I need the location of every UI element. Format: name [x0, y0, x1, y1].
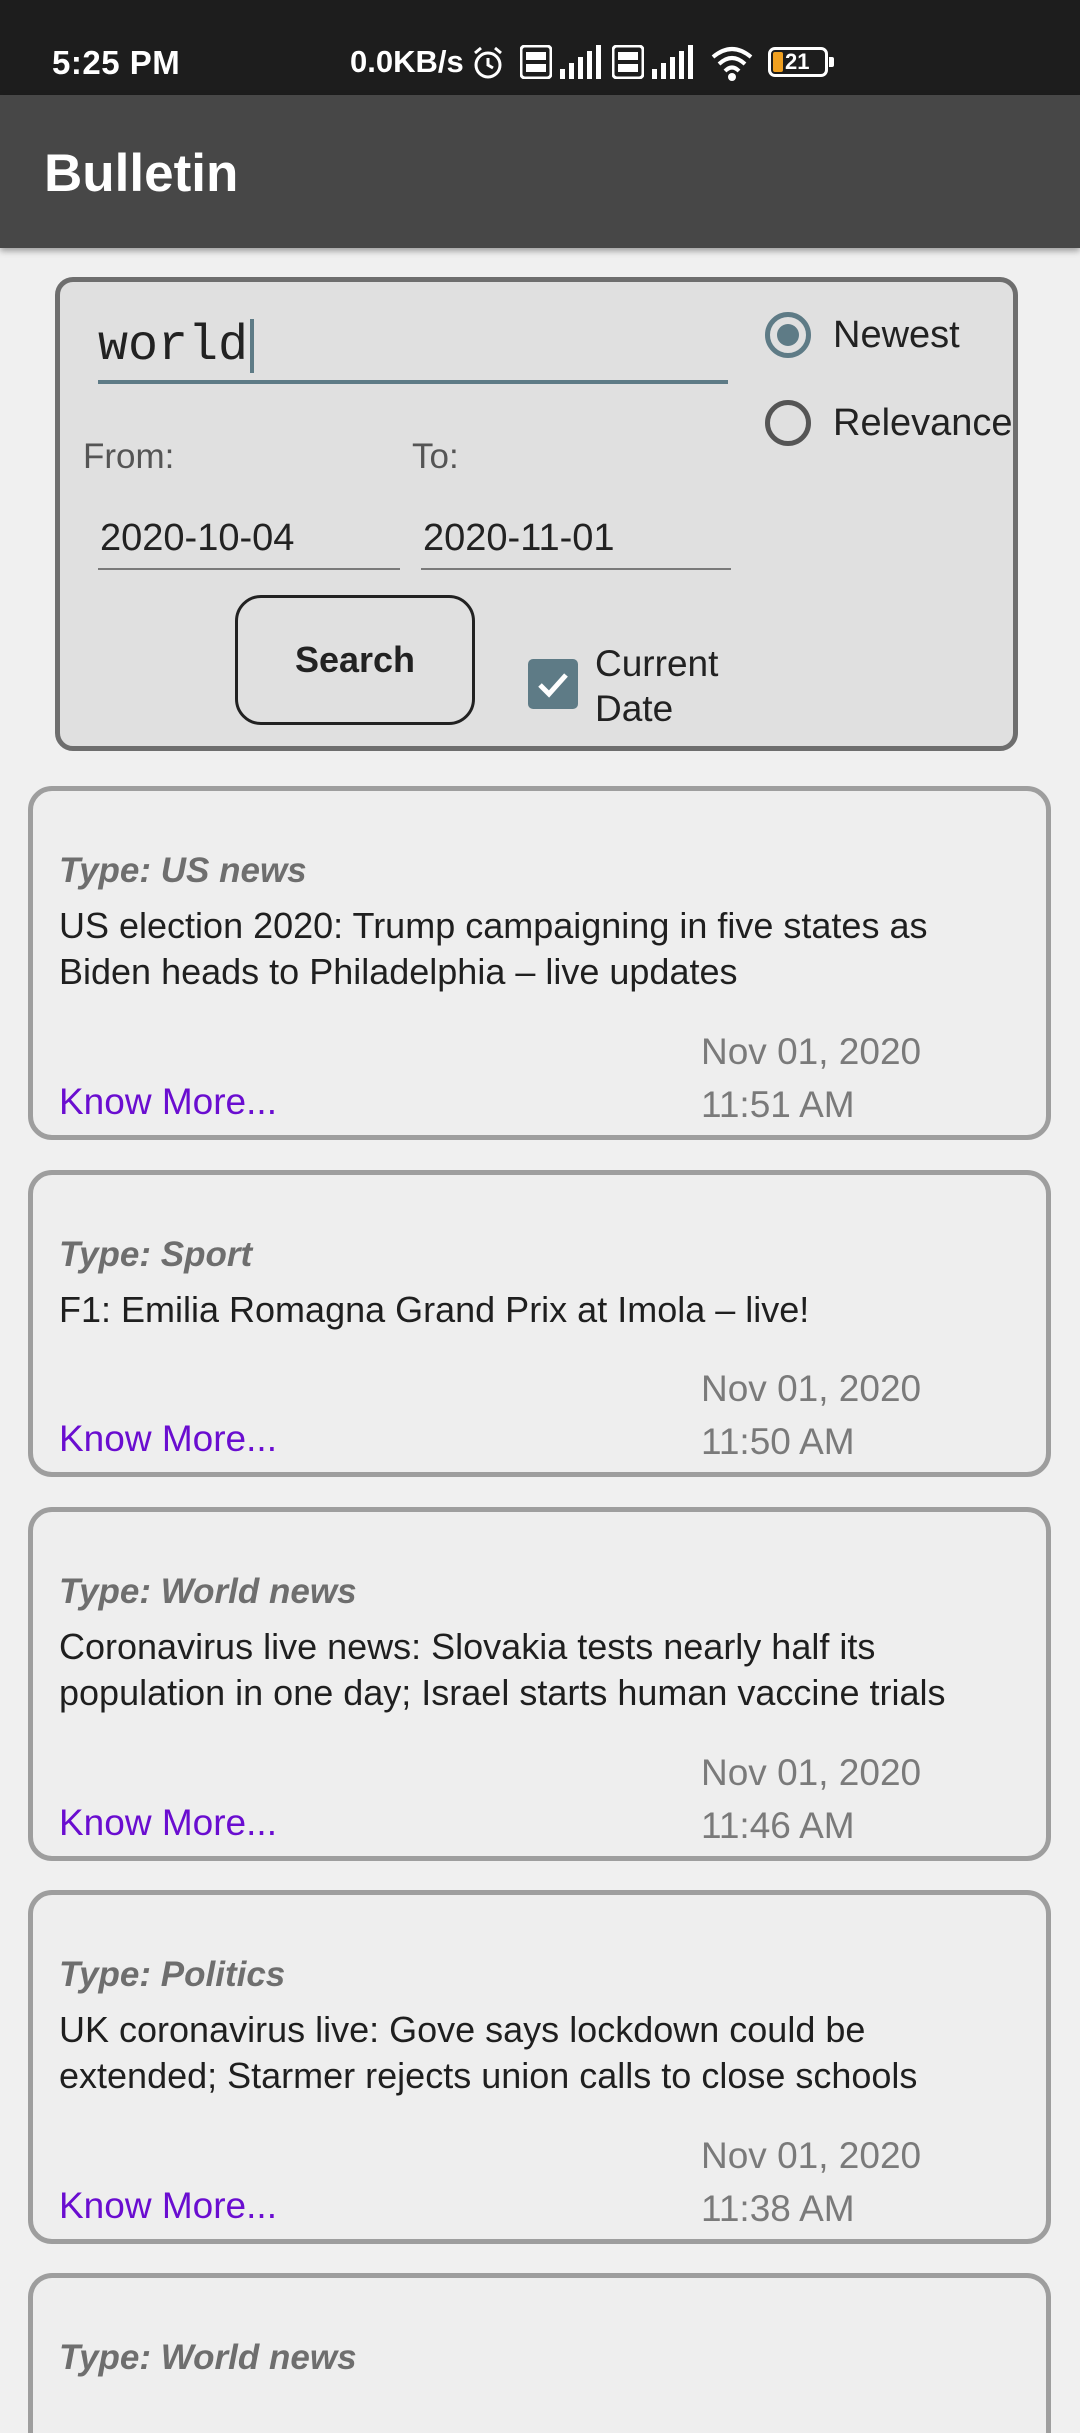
sort-newest-radio[interactable]: Newest: [765, 312, 960, 358]
radio-checked-icon: [765, 312, 811, 358]
search-panel: world Newest Relevance From: To: 2020-10…: [55, 277, 1018, 751]
news-card: Type: Politics UK coronavirus live: Gove…: [28, 1890, 1051, 2244]
wifi-icon: [711, 47, 753, 81]
to-date-field[interactable]: 2020-11-01: [421, 510, 731, 570]
search-query-input[interactable]: world: [98, 312, 728, 384]
from-date-field[interactable]: 2020-10-04: [98, 510, 400, 570]
signal-icon: [560, 45, 601, 79]
article-title: US election 2020: Trump campaigning in f…: [59, 905, 928, 992]
article-date: Nov 01, 2020: [701, 1368, 922, 1409]
volte-icon: [520, 45, 552, 79]
article-type: Type: World news: [59, 1572, 357, 1611]
app-title: Bulletin: [44, 144, 239, 203]
battery-level: 21: [785, 49, 810, 74]
status-bar: 5:25 PM 0.0KB/s 21: [0, 0, 1080, 95]
article-datetime: Nov 01, 2020 11:46 AM: [701, 1746, 921, 1852]
article-datetime: Nov 01, 2020 11:51 AM: [701, 1025, 921, 1131]
news-card: Type: US news US election 2020: Trump ca…: [28, 786, 1051, 1140]
news-card: Type: World news Coronavirus live news: …: [28, 1507, 1051, 1861]
article-time: 11:51 AM: [701, 1084, 855, 1125]
article-type: Type: Politics: [59, 1955, 286, 1994]
to-label: To:: [412, 437, 459, 476]
status-time: 5:25 PM: [52, 44, 181, 81]
article-date: Nov 01, 2020: [701, 2135, 922, 2176]
radio-unchecked-icon: [765, 400, 811, 446]
battery-icon: 21: [768, 47, 834, 77]
know-more-link[interactable]: Know More...: [59, 2185, 277, 2227]
news-card: Type: Sport F1: Emilia Romagna Grand Pri…: [28, 1170, 1051, 1477]
article-title: Coronavirus live news: Slovakia tests ne…: [59, 1626, 946, 1713]
know-more-link[interactable]: Know More...: [59, 1418, 277, 1460]
know-more-link[interactable]: Know More...: [59, 1081, 277, 1123]
article-time: 11:38 AM: [701, 2188, 855, 2229]
volte-icon: [612, 45, 644, 79]
search-button[interactable]: Search: [235, 595, 475, 725]
checkmark-icon: [538, 673, 568, 698]
know-more-link[interactable]: Know More...: [59, 1802, 277, 1844]
signal-icon: [652, 45, 693, 79]
article-type: Type: World news: [59, 2338, 357, 2377]
article-datetime: Nov 01, 2020 11:50 AM: [701, 1362, 921, 1468]
app-bar: Bulletin: [0, 95, 1080, 248]
article-type: Type: US news: [59, 851, 307, 890]
alarm-icon: [474, 46, 502, 79]
news-card: Type: World news: [28, 2273, 1051, 2433]
sort-relevance-label: Relevance: [833, 401, 1013, 444]
article-type: Type: Sport: [59, 1235, 253, 1274]
article-title: F1: Emilia Romagna Grand Prix at Imola –…: [59, 1289, 810, 1330]
search-query-text: world: [98, 317, 249, 375]
article-date: Nov 01, 2020: [701, 1752, 922, 1793]
sort-relevance-radio[interactable]: Relevance: [765, 400, 1013, 446]
network-speed: 0.0KB/s: [350, 44, 464, 79]
current-date-checkbox[interactable]: [528, 659, 578, 709]
text-cursor: [250, 319, 255, 373]
article-title: UK coronavirus live: Gove says lockdown …: [59, 2009, 918, 2096]
article-date: Nov 01, 2020: [701, 1031, 922, 1072]
article-datetime: Nov 01, 2020 11:38 AM: [701, 2129, 921, 2235]
article-time: 11:46 AM: [701, 1805, 855, 1846]
article-time: 11:50 AM: [701, 1421, 855, 1462]
sort-newest-label: Newest: [833, 313, 960, 356]
from-label: From:: [83, 437, 175, 476]
current-date-label: Current Date: [595, 643, 719, 729]
